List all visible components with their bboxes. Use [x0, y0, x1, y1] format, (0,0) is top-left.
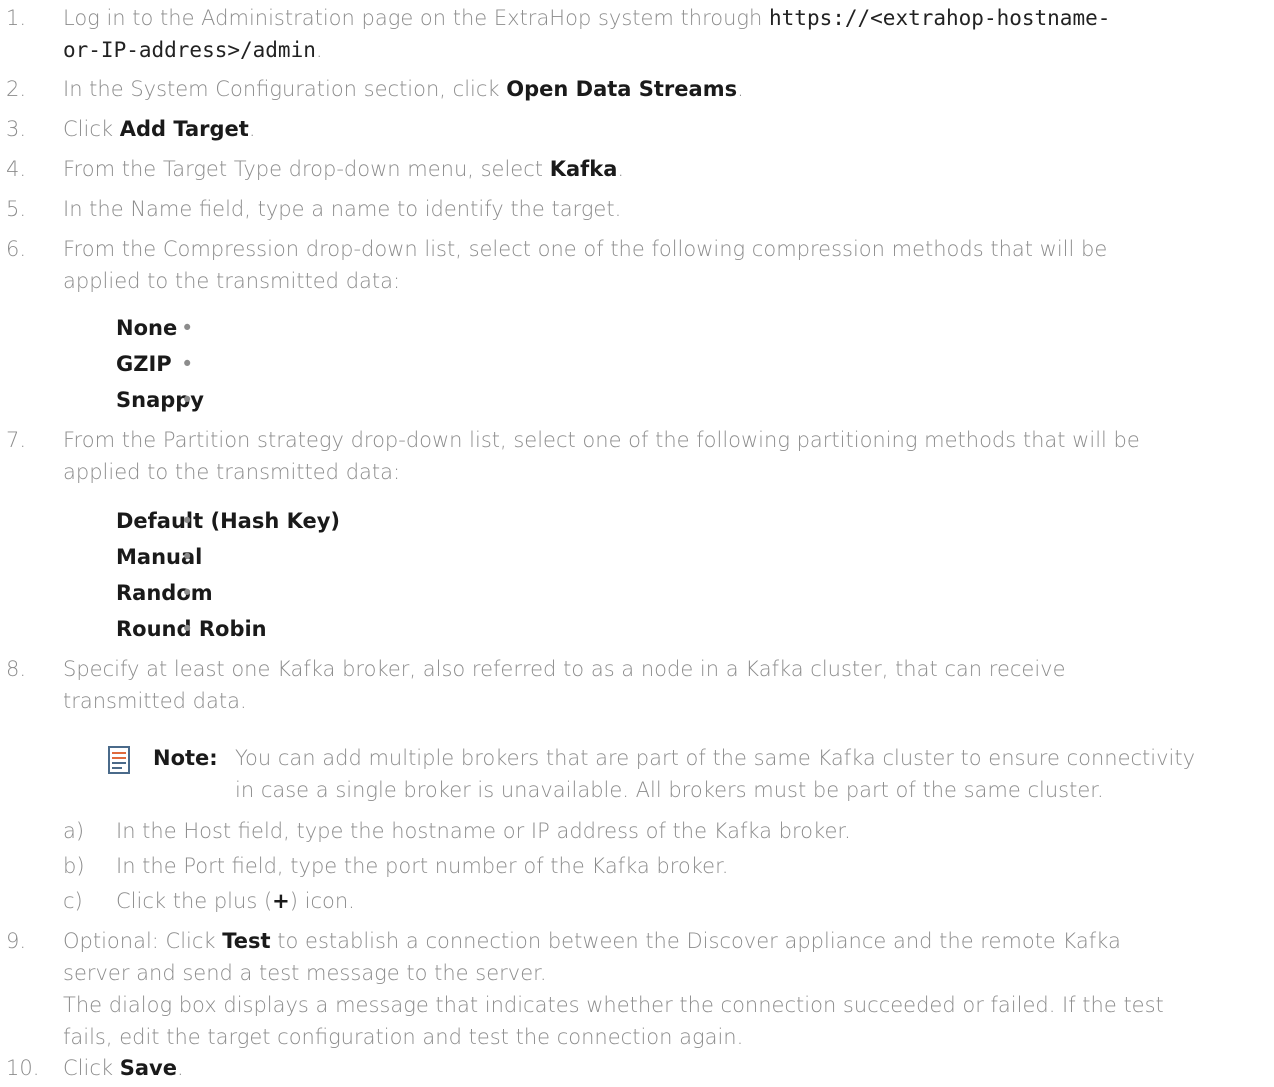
step-text: . — [315, 38, 323, 62]
step-2: 2. In the System Configuration section, … — [0, 73, 1274, 105]
step-text: . — [176, 1056, 184, 1080]
step-number: 7. — [6, 428, 27, 452]
step-text: fails, edit the target configuration and… — [63, 1025, 744, 1049]
option-label: None — [116, 316, 178, 340]
substep-text: Click the plus ( — [116, 889, 273, 913]
step-7: 7. From the Partition strategy drop-down… — [0, 424, 1274, 488]
note-label: Note: — [153, 746, 218, 770]
step-text: In the Name field, type a name to identi… — [63, 197, 622, 221]
step-text: Log in to the Administration page on the… — [63, 6, 770, 30]
bullet-icon: • — [181, 316, 194, 340]
save-label: Save — [119, 1056, 177, 1080]
step-number: 8. — [6, 657, 27, 681]
substep-b: b) In the Port field, type the port numb… — [0, 850, 1274, 882]
option-label: Default (Hash Key) — [116, 509, 341, 533]
step-9-line-1: Optional: Click Test to establish a conn… — [63, 925, 1274, 957]
plus-icon-label: + — [272, 889, 290, 913]
step-3: 3. Click Add Target. — [0, 113, 1274, 145]
substep-letter: b) — [63, 854, 85, 878]
bullet-icon: • — [181, 545, 194, 569]
substep-letter: c) — [63, 889, 83, 913]
step-number: 3. — [6, 117, 27, 141]
option-label: Random — [116, 581, 213, 605]
step-text: From the Target Type drop-down menu, sel… — [63, 157, 550, 181]
step-6: 6. From the Compression drop-down list, … — [0, 233, 1274, 297]
step-number: 1. — [6, 6, 27, 30]
note-text: You can add multiple brokers that are pa… — [235, 746, 1196, 770]
bullet-icon: • — [181, 509, 194, 533]
step-text: Optional: Click — [63, 929, 223, 953]
list-item: • Snappy — [116, 382, 1274, 418]
substep-c: c) Click the plus (+) icon. — [0, 885, 1274, 917]
step-text: Click — [63, 117, 120, 141]
list-item: • Random — [116, 575, 1274, 611]
step-text: Specify at least one Kafka broker, also … — [63, 657, 1066, 681]
step-text: . — [737, 77, 744, 101]
step-number: 9. — [6, 929, 27, 953]
list-item: • GZIP — [116, 346, 1274, 382]
list-item: • None — [116, 310, 1274, 346]
step-text: The dialog box displays a message that i… — [63, 993, 1164, 1017]
step-5: 5. In the Name field, type a name to ide… — [0, 193, 1274, 225]
admin-url-part-1: https://<extrahop-hostname- — [769, 6, 1111, 30]
step-1-line-1: Log in to the Administration page on the… — [63, 2, 1274, 34]
substep-letter: a) — [63, 819, 85, 843]
substep-text: In the Host field, type the hostname or … — [116, 819, 851, 843]
list-item: • Round Robin — [116, 611, 1274, 647]
step-text: transmitted data. — [63, 689, 247, 713]
step-4: 4. From the Target Type drop-down menu, … — [0, 153, 1274, 185]
step-text: server and send a test message to the se… — [63, 961, 547, 985]
step-text: In the System Configuration section, cli… — [63, 77, 507, 101]
compression-options: • None • GZIP • Snappy — [0, 310, 1274, 418]
step-text: to establish a connection between the Di… — [270, 929, 1121, 953]
step-text: applied to the transmitted data: — [63, 269, 401, 293]
step-10: 10. Click Save. — [0, 1052, 1274, 1084]
test-label: Test — [222, 929, 271, 953]
step-text: applied to the transmitted data: — [63, 460, 401, 484]
note-text: in case a single broker is unavailable. … — [235, 778, 1104, 802]
add-target-label: Add Target — [119, 117, 249, 141]
step-1: 1. Log in to the Administration page on … — [0, 2, 1274, 66]
step-number: 10. — [6, 1056, 40, 1080]
admin-url-part-2: or-IP-address>/admin — [63, 38, 316, 62]
open-data-streams-label: Open Data Streams — [506, 77, 738, 101]
option-label: GZIP — [116, 352, 172, 376]
bullet-icon: • — [181, 617, 194, 641]
note-icon — [108, 746, 130, 774]
list-item: • Manual — [116, 539, 1274, 575]
substep-text: In the Port field, type the port number … — [116, 854, 729, 878]
step-number: 6. — [6, 237, 27, 261]
step-text: . — [248, 117, 256, 141]
bullet-icon: • — [181, 581, 194, 605]
step-text: From the Compression drop-down list, sel… — [63, 237, 1108, 261]
step-number: 2. — [6, 77, 27, 101]
step-text: . — [617, 157, 625, 181]
substep-a: a) In the Host field, type the hostname … — [0, 815, 1274, 847]
step-8: 8. Specify at least one Kafka broker, al… — [0, 653, 1274, 717]
step-number: 4. — [6, 157, 27, 181]
step-text: From the Partition strategy drop-down li… — [63, 428, 1140, 452]
substep-text: ) icon. — [289, 889, 355, 913]
bullet-icon: • — [181, 352, 194, 376]
step-9: 9. Optional: Click Test to establish a c… — [0, 925, 1274, 1053]
note-callout: Note: You can add multiple brokers that … — [0, 742, 1274, 806]
step-number: 5. — [6, 197, 27, 221]
step-text: Click — [63, 1056, 120, 1080]
partition-strategy-options: • Default (Hash Key) • Manual • Random • Rou… — [0, 503, 1274, 647]
kafka-label: Kafka — [549, 157, 618, 181]
list-item: • Default (Hash Key) — [116, 503, 1274, 539]
bullet-icon: • — [181, 388, 194, 412]
step-1-line-2: or-IP-address>/admin. — [63, 34, 1274, 66]
